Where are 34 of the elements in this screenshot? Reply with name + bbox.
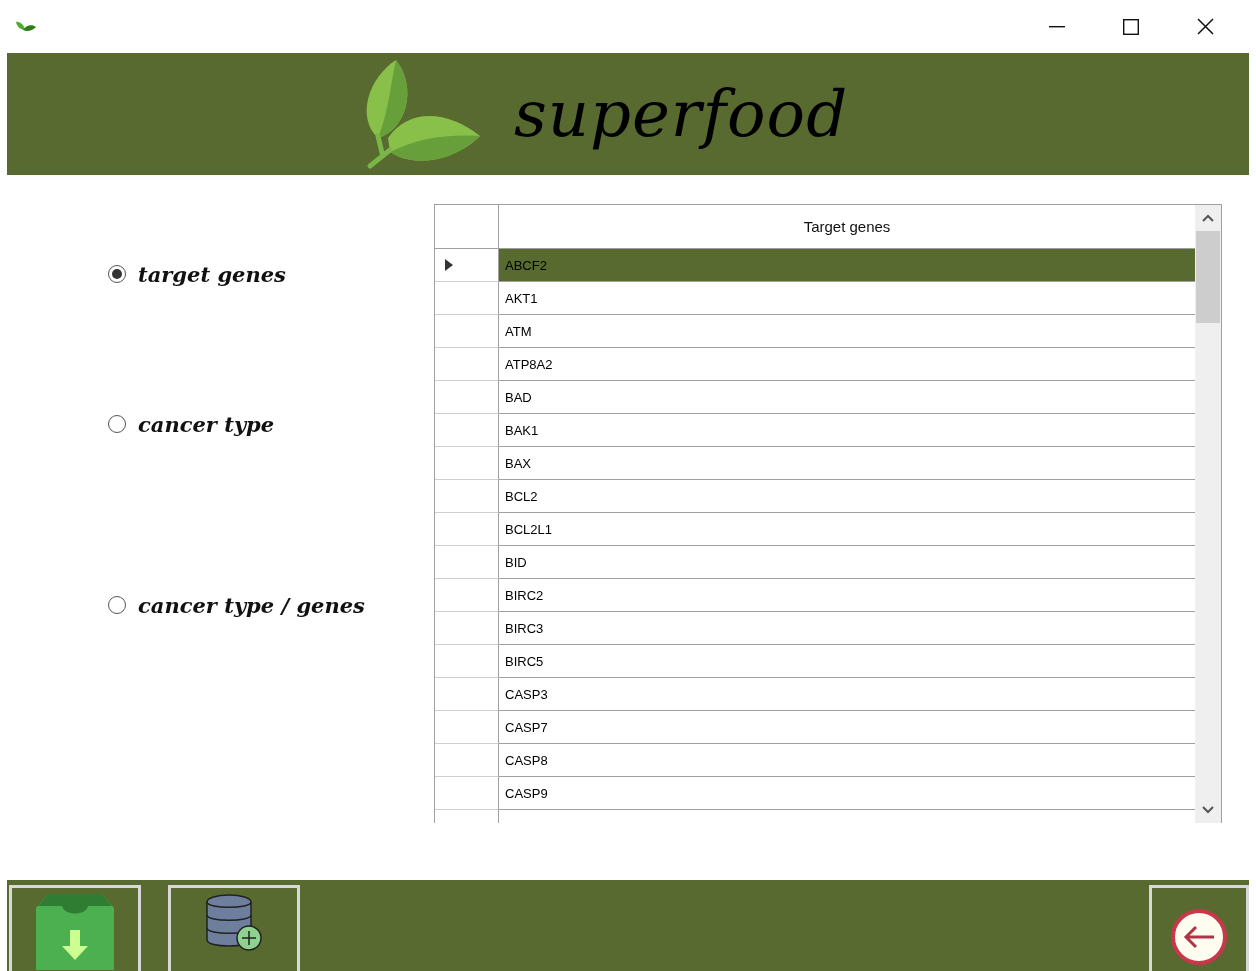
table-cell[interactable]: BID xyxy=(499,546,1195,579)
table-cell[interactable]: BIRC3 xyxy=(499,612,1195,645)
scrollbar[interactable] xyxy=(1195,205,1221,823)
table-cell[interactable]: BIRC5 xyxy=(499,645,1195,678)
maximize-icon xyxy=(1123,18,1139,35)
table-cell[interactable]: BCL2L1 xyxy=(499,513,1195,546)
radio-option[interactable]: cancer type xyxy=(108,409,434,439)
table-cell[interactable]: CASP8 xyxy=(499,744,1195,777)
table-cell[interactable]: ABCF2 xyxy=(499,249,1195,282)
table-cell[interactable]: CASP9 xyxy=(499,777,1195,810)
radio-option[interactable]: target genes xyxy=(108,259,434,289)
download-button[interactable] xyxy=(9,885,141,971)
app-title: superfood xyxy=(513,77,849,151)
table-cell[interactable]: AKT1 xyxy=(499,282,1195,315)
chevron-up-icon xyxy=(1202,214,1214,222)
table-cell[interactable]: ATP8A2 xyxy=(499,348,1195,381)
table-cell[interactable]: BIRC2 xyxy=(499,579,1195,612)
database-add-icon xyxy=(205,894,263,952)
back-button[interactable] xyxy=(1149,885,1249,971)
minimize-icon xyxy=(1049,25,1065,28)
table-cell[interactable]: ATM xyxy=(499,315,1195,348)
table-cell[interactable]: BAX xyxy=(499,447,1195,480)
chevron-down-icon xyxy=(1202,806,1214,814)
table-cell[interactable]: BCL2 xyxy=(499,480,1195,513)
column-header[interactable]: Target genes xyxy=(499,205,1195,248)
table-cell[interactable]: CASP7 xyxy=(499,711,1195,744)
download-box-icon xyxy=(36,894,114,970)
add-database-button[interactable] xyxy=(168,885,300,971)
scroll-thumb[interactable] xyxy=(1196,231,1220,323)
table-cell[interactable]: BAK1 xyxy=(499,414,1195,447)
close-icon xyxy=(1196,18,1214,35)
table-cell[interactable]: CASP3 xyxy=(499,678,1195,711)
table-cell[interactable]: BAD xyxy=(499,381,1195,414)
radio-option[interactable]: cancer type / genes xyxy=(108,590,434,620)
